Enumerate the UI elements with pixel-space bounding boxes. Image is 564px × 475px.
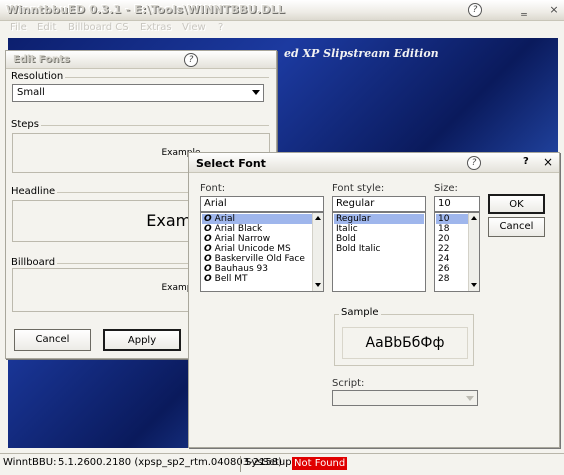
menu-view[interactable]: View — [182, 22, 206, 33]
menu-extras[interactable]: Extras — [140, 22, 172, 33]
truetype-font-icon: O — [204, 244, 212, 254]
truetype-font-icon: O — [204, 264, 212, 274]
size-item[interactable]: 18 — [436, 224, 449, 234]
dropdown-arrow-icon — [252, 90, 260, 95]
font-list-item[interactable]: O Arial Narrow — [202, 234, 270, 244]
script-select[interactable] — [332, 390, 478, 406]
sample-label: Sample — [339, 307, 381, 318]
dropdown-arrow-icon — [466, 396, 474, 401]
font-cancel-button[interactable]: Cancel — [488, 217, 545, 237]
scroll-down-icon[interactable] — [315, 283, 321, 287]
close-icon[interactable]: × — [547, 3, 561, 17]
truetype-font-icon: O — [204, 234, 212, 244]
size-item[interactable]: 10 — [436, 214, 468, 224]
menubar: File Edit Billboard CS Extras View ? — [0, 21, 564, 37]
font-style-input[interactable]: Regular — [332, 196, 426, 212]
resolution-select[interactable]: Small — [12, 84, 264, 102]
size-input[interactable]: 10 — [434, 196, 480, 212]
font-style-item[interactable]: Bold — [334, 234, 356, 244]
help-icon[interactable]: ? — [467, 156, 481, 170]
status-winntbbu-label: WinntBBU: — [3, 457, 57, 468]
truetype-font-icon: O — [204, 224, 212, 234]
font-list-item[interactable]: O Baskerville Old Face — [202, 254, 305, 264]
menu-help[interactable]: ? — [218, 22, 223, 33]
font-label: Font: — [200, 183, 226, 194]
edit-fonts-titlebar[interactable]: Edit Fonts ? — [6, 51, 276, 69]
main-window-title: WinntbbuED 0.3.1 - E:\Tools\WINNTBBU.DLL — [6, 3, 286, 16]
ok-button[interactable]: OK — [488, 194, 545, 214]
menu-file[interactable]: File — [10, 22, 27, 33]
size-item[interactable]: 26 — [436, 264, 449, 274]
font-list-item[interactable]: O Bell MT — [202, 274, 248, 284]
truetype-font-icon: O — [204, 254, 212, 264]
status-bar: WinntBBU: 5.1.2600.2180 (xpsp_sp2_rtm.04… — [0, 453, 564, 475]
font-list-item[interactable]: O Bauhaus 93 — [202, 264, 268, 274]
main-titlebar[interactable]: WinntbbuED 0.3.1 - E:\Tools\WINNTBBU.DLL… — [0, 0, 564, 21]
font-list-item[interactable]: O Arial Unicode MS — [202, 244, 291, 254]
edit-fonts-title: Edit Fonts — [13, 54, 70, 65]
font-list-item[interactable]: O Arial — [202, 214, 312, 224]
headline-label: Headline — [11, 186, 58, 197]
scroll-down-icon[interactable] — [471, 283, 477, 287]
help-icon[interactable]: ? — [184, 53, 198, 67]
resolution-value: Small — [17, 87, 45, 98]
font-style-item[interactable]: Regular — [334, 214, 424, 224]
help-icon[interactable]: ? — [468, 3, 482, 17]
font-style-item[interactable]: Bold Italic — [334, 244, 380, 254]
font-style-list[interactable]: Regular Italic Bold Bold Italic — [332, 212, 426, 292]
size-item[interactable]: 28 — [436, 274, 449, 284]
font-style-label: Font style: — [332, 183, 385, 194]
size-item[interactable]: 22 — [436, 244, 449, 254]
sample-preview: AaBbБбФф — [342, 327, 468, 359]
size-label: Size: — [434, 183, 458, 194]
status-syssetup-value: Not Found — [292, 457, 348, 470]
steps-label: Steps — [11, 119, 41, 130]
size-item[interactable]: 24 — [436, 254, 449, 264]
script-label: Script: — [332, 378, 365, 389]
scroll-up-icon[interactable] — [471, 216, 477, 220]
truetype-font-icon: O — [204, 274, 212, 284]
font-list-scrollbar[interactable] — [312, 213, 323, 291]
size-list[interactable]: 10 18 20 22 24 26 28 — [434, 212, 480, 292]
font-list-item[interactable]: O Arial Black — [202, 224, 262, 234]
context-help-icon[interactable]: ? — [523, 156, 529, 167]
banner-text: ed XP Slipstream Edition — [284, 47, 439, 60]
truetype-font-icon: O — [204, 214, 212, 224]
menu-billboard-cs[interactable]: Billboard CS — [68, 22, 129, 33]
menu-edit[interactable]: Edit — [37, 22, 56, 33]
select-font-title: Select Font — [196, 157, 266, 170]
apply-button[interactable]: Apply — [103, 329, 181, 351]
edit-cancel-button[interactable]: Cancel — [14, 329, 91, 351]
size-list-scrollbar[interactable] — [468, 213, 479, 291]
scroll-up-icon[interactable] — [315, 216, 321, 220]
status-separator — [240, 456, 241, 472]
steps-group-line — [11, 125, 269, 126]
billboard-label: Billboard — [11, 257, 58, 268]
font-list[interactable]: O Arial O Arial Black O Arial Narrow O Arial… — [200, 212, 324, 292]
minimize-icon[interactable]: ‗ — [517, 3, 531, 17]
close-icon[interactable]: × — [543, 155, 553, 169]
select-font-titlebar[interactable]: Select Font ? ? × — [189, 153, 559, 173]
font-name-input[interactable]: Arial — [200, 196, 324, 212]
status-syssetup-label: SysSetup: — [245, 457, 295, 468]
size-item[interactable]: 20 — [436, 234, 449, 244]
font-style-item[interactable]: Italic — [334, 224, 358, 234]
resolution-label: Resolution — [11, 71, 66, 82]
